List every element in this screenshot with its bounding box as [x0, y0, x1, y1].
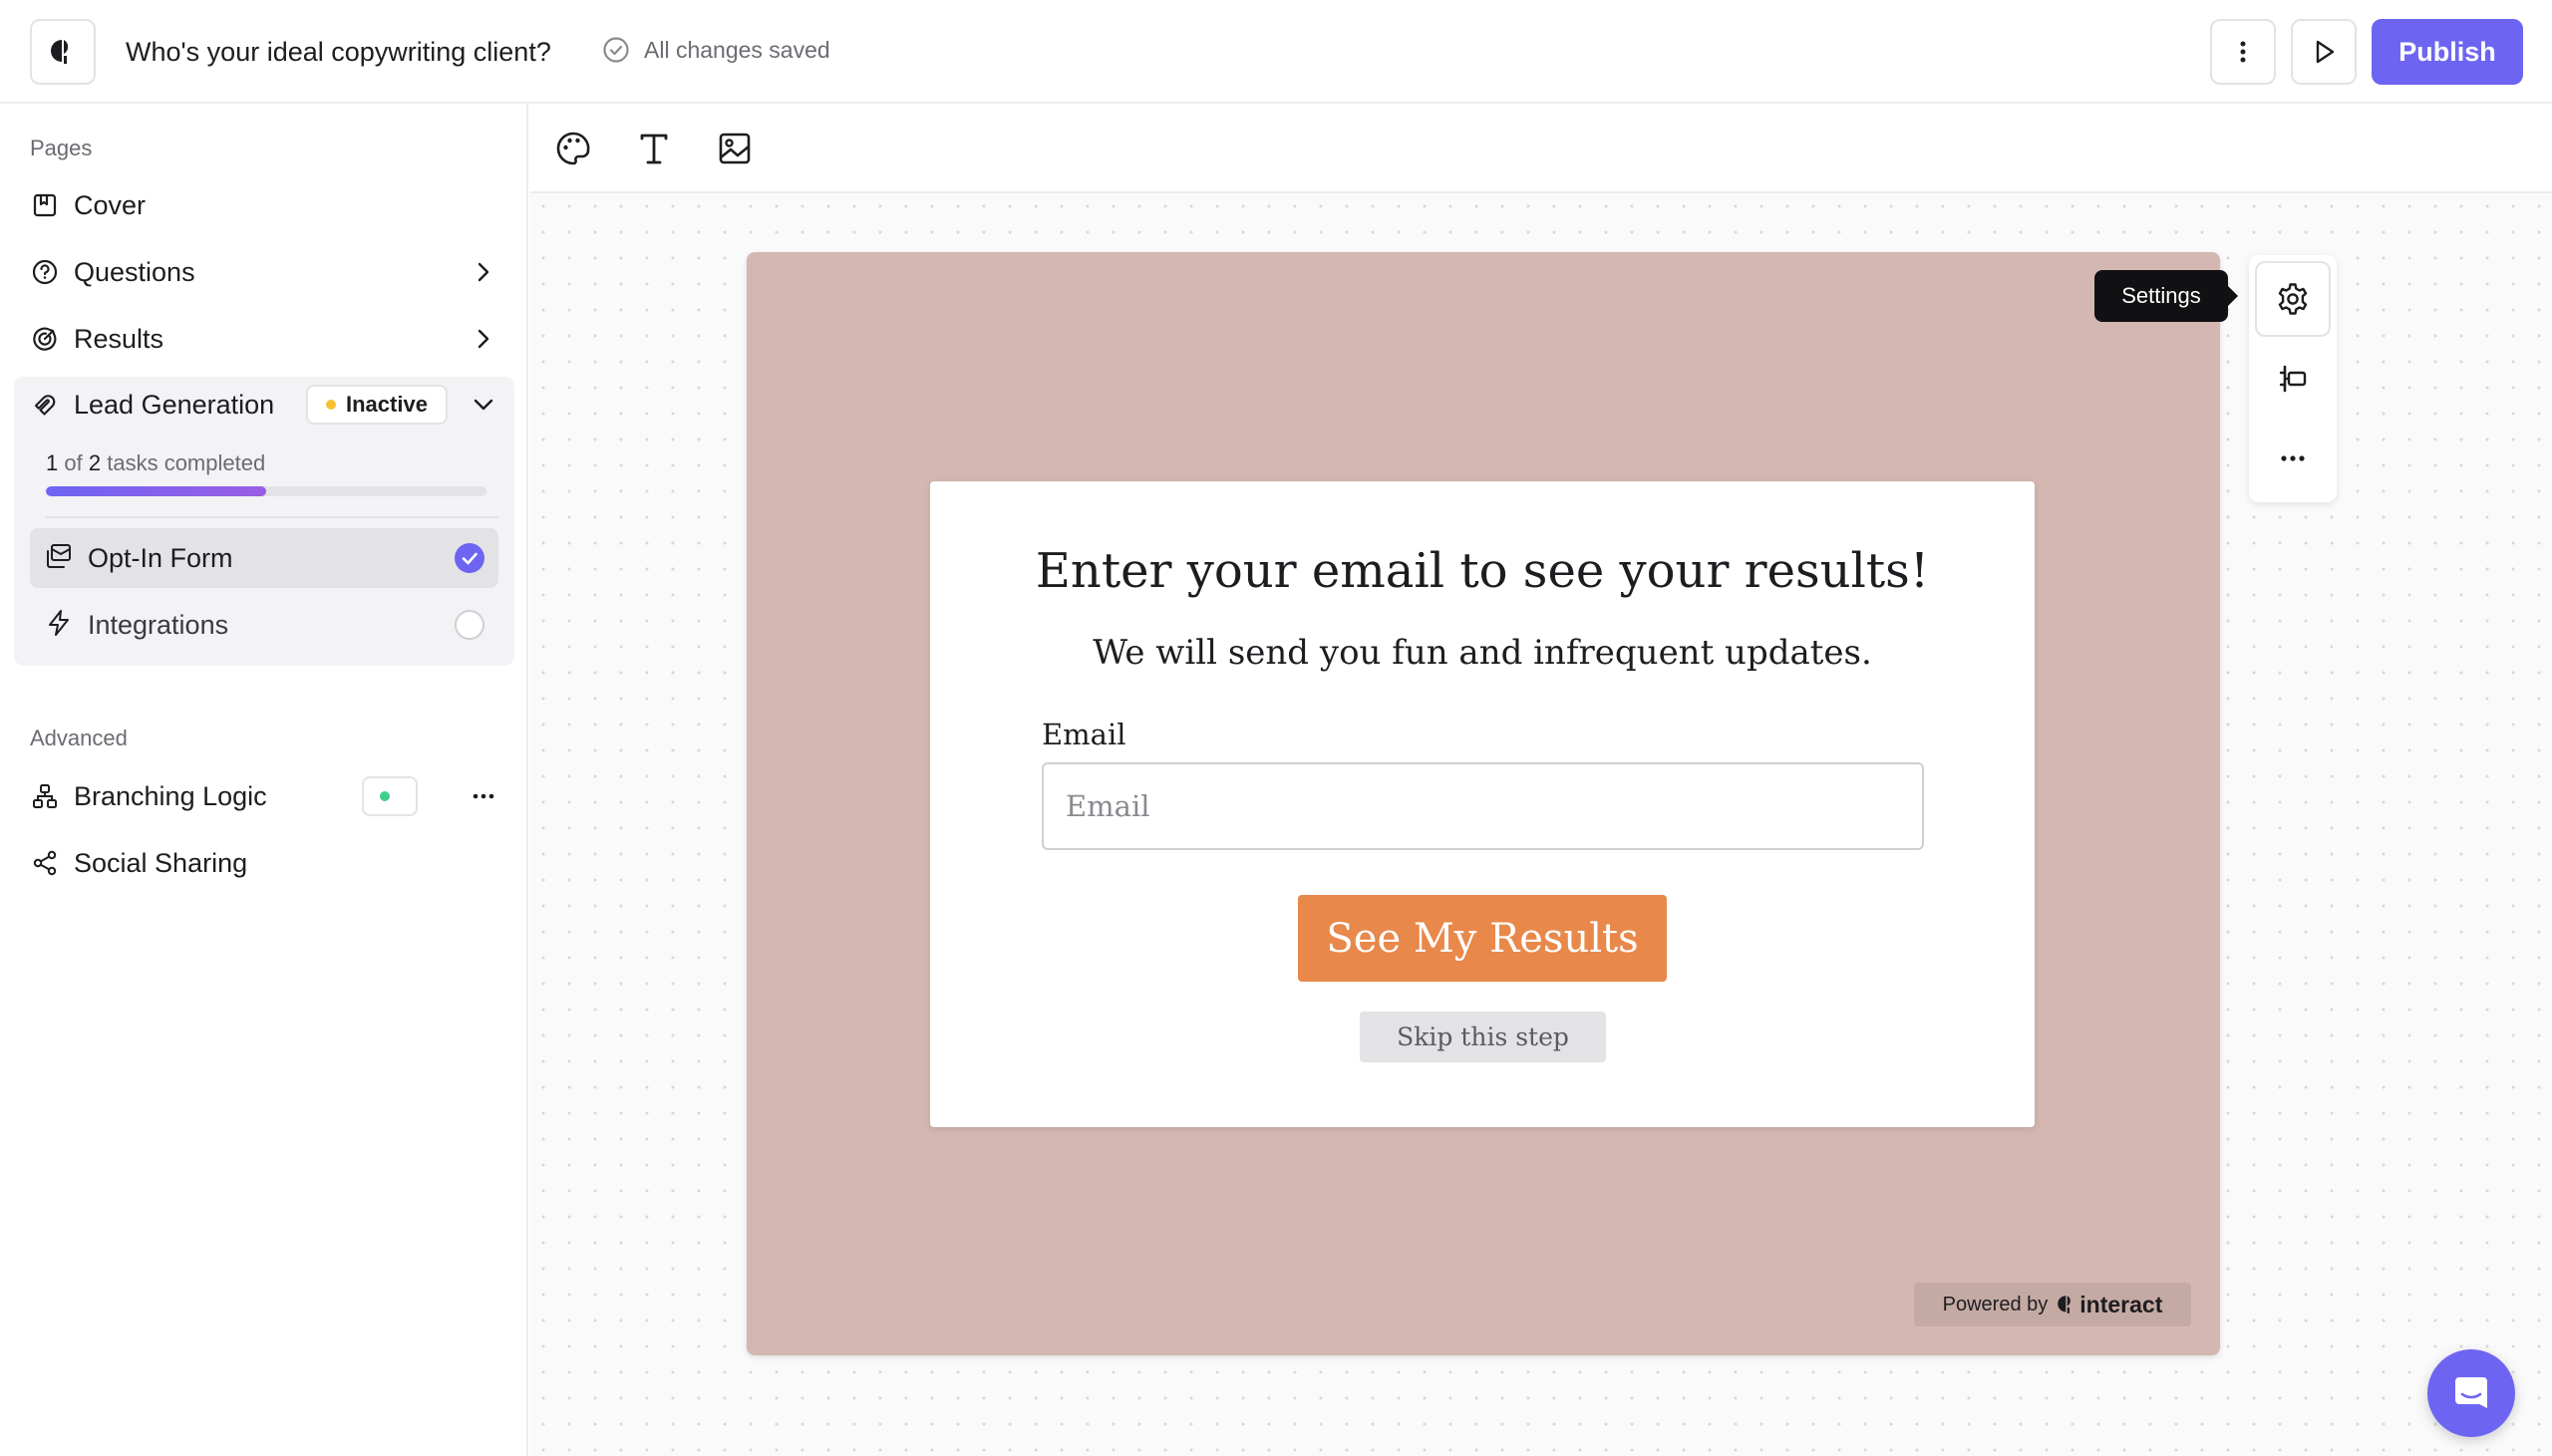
- tasks-progress-fill: [46, 486, 266, 496]
- status-dot: [380, 791, 390, 801]
- interact-logo-icon: [51, 40, 69, 64]
- task-incomplete-icon: [455, 610, 484, 640]
- task-complete-icon: [455, 543, 484, 573]
- brand-logo: interact: [2056, 1292, 2162, 1318]
- divider: [46, 516, 498, 518]
- palette-icon: [556, 132, 590, 165]
- sidebar-item-results[interactable]: Results: [30, 314, 498, 364]
- status-badge: [362, 776, 418, 816]
- skip-step-button[interactable]: Skip this step: [1360, 1012, 1606, 1062]
- status-badge-text: Inactive: [346, 392, 428, 417]
- powered-by-badge[interactable]: Powered by interact: [1914, 1283, 2191, 1326]
- publish-button[interactable]: Publish: [2372, 19, 2523, 85]
- tasks-progress-text: 1 of 2 tasks completed: [46, 450, 266, 475]
- sidebar-item-label: Results: [74, 323, 164, 354]
- see-results-button[interactable]: See My Results: [1298, 895, 1667, 982]
- alignment-button[interactable]: [2255, 341, 2331, 417]
- interact-logo-icon: [2058, 1296, 2072, 1313]
- opt-in-form-card[interactable]: Enter your email to see your results! We…: [930, 481, 2035, 1127]
- form-icon: [44, 541, 74, 576]
- image-button[interactable]: [712, 126, 758, 171]
- sidebar-item-label: Branching Logic: [74, 780, 267, 811]
- branching-icon: [30, 781, 60, 811]
- question-circle-icon: [30, 257, 60, 287]
- task-label: Integrations: [88, 609, 229, 640]
- text-style-button[interactable]: [631, 126, 677, 171]
- top-bar: Who's your ideal copywriting client? All…: [0, 0, 2552, 104]
- sidebar-item-branching-logic[interactable]: Branching Logic: [30, 771, 498, 821]
- editor-toolbar: [530, 104, 2552, 193]
- advanced-section-label: Advanced: [30, 726, 128, 750]
- chevron-right-icon: [478, 262, 489, 282]
- target-icon: [30, 324, 60, 354]
- sidebar-item-lead-generation[interactable]: Lead Generation Inactive: [30, 380, 498, 430]
- pages-section-label: Pages: [30, 136, 93, 160]
- form-title[interactable]: Enter your email to see your results!: [930, 543, 2035, 599]
- more-horizontal-icon: [2281, 455, 2305, 461]
- sidebar-item-social-sharing[interactable]: Social Sharing: [30, 838, 498, 888]
- save-status: All changes saved: [602, 36, 830, 64]
- chat-icon: [2455, 1377, 2487, 1408]
- status-dot: [326, 400, 336, 410]
- vertical-dots-icon: [2240, 41, 2246, 63]
- sidebar-item-label: Social Sharing: [74, 847, 248, 878]
- email-input[interactable]: [1042, 762, 1924, 850]
- check-circle-icon: [603, 37, 629, 63]
- brand-name: interact: [2079, 1291, 2163, 1317]
- magnet-icon: [30, 390, 60, 420]
- task-item-opt-in-form[interactable]: Opt-In Form: [30, 528, 498, 588]
- sidebar-item-cover[interactable]: Cover: [30, 180, 498, 230]
- form-subtitle[interactable]: We will send you fun and infrequent upda…: [930, 633, 2035, 673]
- more-options-button[interactable]: [2210, 19, 2276, 85]
- tasks-progress-bar: [46, 486, 486, 496]
- sidebar-item-label: Lead Generation: [74, 389, 275, 420]
- preview-button[interactable]: [2291, 19, 2357, 85]
- status-badge: Inactive: [306, 385, 448, 425]
- settings-button[interactable]: [2255, 261, 2331, 337]
- quiz-title[interactable]: Who's your ideal copywriting client?: [126, 30, 551, 74]
- sidebar-item-label: Questions: [74, 256, 195, 287]
- support-chat-button[interactable]: [2427, 1349, 2515, 1437]
- more-horizontal-icon[interactable]: [469, 781, 498, 811]
- image-icon: [719, 133, 751, 164]
- share-icon: [30, 848, 60, 878]
- powered-by-text: Powered by: [1942, 1293, 2049, 1315]
- sidebar-item-questions[interactable]: Questions: [30, 247, 498, 297]
- more-actions-button[interactable]: [2255, 421, 2331, 496]
- save-status-text: All changes saved: [644, 36, 830, 63]
- task-label: Opt-In Form: [88, 542, 233, 573]
- chevron-down-icon[interactable]: [469, 390, 498, 420]
- play-icon: [2316, 40, 2335, 64]
- theme-button[interactable]: [550, 126, 596, 171]
- settings-tooltip: Settings: [2094, 270, 2238, 322]
- text-icon: [640, 134, 668, 164]
- home-logo-button[interactable]: [30, 19, 96, 85]
- sidebar-item-label: Cover: [74, 189, 147, 220]
- sidebar: Pages Cover Questions Results Lead Gener…: [0, 104, 528, 1456]
- task-item-integrations[interactable]: Integrations: [30, 595, 498, 655]
- gear-icon: [2278, 283, 2308, 315]
- chevron-right-icon: [478, 329, 489, 349]
- lightning-icon: [44, 608, 74, 643]
- email-label: Email: [1042, 718, 1126, 751]
- bookmark-icon: [30, 190, 60, 220]
- page-side-tools: [2249, 255, 2337, 502]
- align-icon: [2279, 365, 2307, 393]
